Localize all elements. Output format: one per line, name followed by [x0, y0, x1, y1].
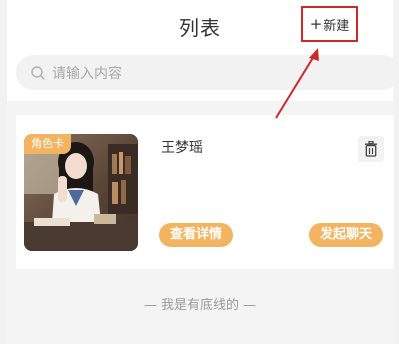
- character-image[interactable]: 角色卡: [24, 134, 138, 251]
- search-placeholder: 请输入内容: [52, 65, 122, 82]
- page: 列表 + 新建 请输入内容 角色卡 王梦瑶 查看详情 发起聊天 — 我是有底线的…: [0, 0, 399, 344]
- start-chat-button[interactable]: 发起聊天: [309, 223, 384, 247]
- search-bar[interactable]: 请输入内容: [16, 55, 399, 90]
- new-button-label: 新建: [323, 18, 350, 34]
- role-card-badge: 角色卡: [24, 134, 71, 154]
- delete-button[interactable]: [358, 136, 384, 162]
- view-details-button[interactable]: 查看详情: [159, 223, 234, 247]
- search-icon: [31, 65, 45, 80]
- character-name: 王梦瑶: [161, 140, 203, 156]
- trash-icon: [365, 141, 377, 157]
- plus-icon: +: [309, 14, 323, 33]
- list-end-text: — 我是有底线的 —: [143, 298, 257, 313]
- list-item: 角色卡 王梦瑶 查看详情 发起聊天: [16, 115, 394, 269]
- new-button[interactable]: + 新建: [301, 6, 358, 42]
- left-margin: [0, 0, 7, 344]
